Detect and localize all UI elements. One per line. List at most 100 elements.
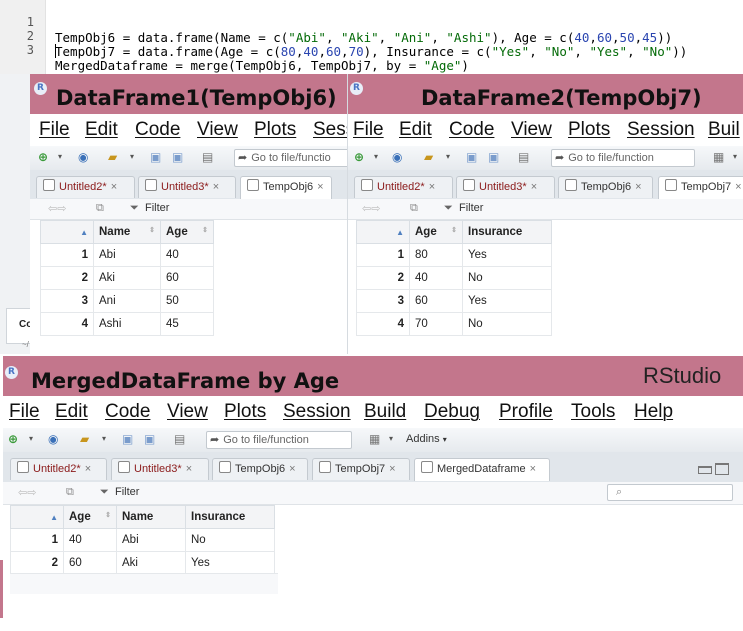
close-icon[interactable]: ×: [429, 181, 435, 193]
dropdown-icon[interactable]: ▾: [374, 150, 378, 164]
column-header[interactable]: Insurance: [185, 505, 275, 529]
tab-untitled2[interactable]: Untitled2* ×: [36, 176, 135, 198]
dropdown-icon[interactable]: ▾: [446, 150, 450, 164]
menu-edit[interactable]: Edit: [85, 119, 118, 141]
menu-session[interactable]: Session: [283, 401, 351, 423]
open-folder-icon[interactable]: ▰: [80, 432, 89, 446]
dropdown-icon[interactable]: ▾: [733, 150, 737, 164]
close-icon[interactable]: ×: [85, 463, 91, 475]
popout-icon[interactable]: ⧉: [410, 202, 418, 215]
save-icon[interactable]: ▣: [466, 150, 477, 164]
goto-file-input[interactable]: ➦ Go to file/function: [551, 149, 695, 167]
new-file-icon[interactable]: ⊕: [354, 150, 364, 164]
menu-view[interactable]: View: [511, 119, 552, 141]
menu-code[interactable]: Code: [105, 401, 150, 423]
menu-file[interactable]: File: [353, 119, 384, 141]
menu-debug[interactable]: Debug: [424, 401, 480, 423]
tab-tempobj7[interactable]: TempObj7 ×: [658, 176, 743, 199]
goto-file-input[interactable]: ➦ Go to file/function: [206, 431, 352, 449]
save-all-icon[interactable]: ▣: [172, 150, 183, 164]
menu-edit[interactable]: Edit: [55, 401, 88, 423]
close-icon[interactable]: ×: [186, 463, 192, 475]
save-all-icon[interactable]: ▣: [144, 432, 155, 446]
layout-grid-icon[interactable]: ▦: [369, 432, 380, 446]
close-icon[interactable]: ×: [530, 463, 536, 475]
close-icon[interactable]: ×: [289, 463, 295, 475]
print-icon[interactable]: ▤: [518, 150, 529, 164]
menu-plots[interactable]: Plots: [568, 119, 610, 141]
menu-file[interactable]: File: [9, 401, 40, 423]
menu-code[interactable]: Code: [135, 119, 180, 141]
popout-icon[interactable]: ⧉: [66, 486, 74, 499]
menu-build[interactable]: Build: [364, 401, 406, 423]
column-header[interactable]: Name ⇕: [93, 220, 161, 244]
addins-menu[interactable]: Addins ▾: [406, 433, 447, 445]
new-file-icon[interactable]: ⊕: [38, 150, 48, 164]
menu-session[interactable]: Sess: [313, 119, 348, 141]
code-editor[interactable]: 1 TempObj6 = data.frame(Name = c("Abi", …: [0, 0, 743, 74]
dropdown-icon[interactable]: ▾: [130, 150, 134, 164]
filter-button[interactable]: Filter: [459, 202, 483, 214]
menu-view[interactable]: View: [167, 401, 208, 423]
tab-tempobj6[interactable]: TempObj6 ×: [558, 176, 653, 198]
save-all-icon[interactable]: ▣: [488, 150, 499, 164]
close-icon[interactable]: ×: [213, 181, 219, 193]
dropdown-icon[interactable]: ▾: [29, 432, 33, 446]
funnel-icon[interactable]: ⏷: [130, 202, 139, 215]
back-forward-icon[interactable]: ⇦⇨: [362, 202, 380, 215]
new-project-icon[interactable]: ◉: [392, 150, 402, 164]
close-icon[interactable]: ×: [635, 181, 641, 193]
open-folder-icon[interactable]: ▰: [108, 150, 117, 164]
column-header[interactable]: Name: [116, 505, 186, 529]
column-header[interactable]: Insurance: [462, 220, 552, 244]
menu-session[interactable]: Session: [627, 119, 695, 141]
minimize-pane-icon[interactable]: [698, 466, 712, 474]
menu-edit[interactable]: Edit: [399, 119, 432, 141]
open-folder-icon[interactable]: ▰: [424, 150, 433, 164]
tab-untitled2[interactable]: Untitled2* ×: [354, 176, 453, 198]
menu-view[interactable]: View: [197, 119, 238, 141]
funnel-icon[interactable]: ⏷: [444, 202, 453, 215]
layout-grid-icon[interactable]: ▦: [713, 150, 724, 164]
save-icon[interactable]: ▣: [122, 432, 133, 446]
row-number-header[interactable]: ▲: [40, 220, 94, 244]
dropdown-icon[interactable]: ▾: [58, 150, 62, 164]
close-icon[interactable]: ×: [317, 181, 323, 193]
close-icon[interactable]: ×: [389, 463, 395, 475]
search-input[interactable]: ⌕: [607, 484, 733, 501]
new-project-icon[interactable]: ◉: [78, 150, 88, 164]
column-header[interactable]: Age ⇕: [160, 220, 214, 244]
tab-untitled3[interactable]: Untitled3* ×: [456, 176, 555, 198]
new-file-icon[interactable]: ⊕: [8, 432, 18, 446]
save-icon[interactable]: ▣: [150, 150, 161, 164]
filter-button[interactable]: Filter: [115, 486, 139, 498]
tab-mergeddataframe[interactable]: MergedDataframe ×: [414, 458, 550, 481]
tab-tempobj6[interactable]: TempObj6 ×: [212, 458, 308, 480]
dropdown-icon[interactable]: ▾: [102, 432, 106, 446]
menu-file[interactable]: File: [39, 119, 70, 141]
close-icon[interactable]: ×: [111, 181, 117, 193]
print-icon[interactable]: ▤: [174, 432, 185, 446]
close-icon[interactable]: ×: [735, 181, 741, 193]
tab-untitled2[interactable]: Untitled2* ×: [10, 458, 107, 480]
menu-plots[interactable]: Plots: [224, 401, 266, 423]
back-forward-icon[interactable]: ⇦⇨: [18, 486, 36, 499]
filter-button[interactable]: Filter: [145, 202, 169, 214]
print-icon[interactable]: ▤: [202, 150, 213, 164]
row-number-header[interactable]: ▲: [356, 220, 410, 244]
dropdown-icon[interactable]: ▾: [389, 432, 393, 446]
tab-untitled3[interactable]: Untitled3* ×: [138, 176, 236, 198]
column-header[interactable]: Age ⇕: [63, 505, 117, 529]
menu-build[interactable]: Buil: [708, 119, 740, 141]
goto-file-input[interactable]: ➦ Go to file/functio: [234, 149, 348, 167]
maximize-pane-icon[interactable]: [715, 463, 729, 475]
tab-tempobj6[interactable]: TempObj6 ×: [240, 176, 332, 199]
column-header[interactable]: Age ⇕: [409, 220, 463, 244]
tab-tempobj7[interactable]: TempObj7 ×: [312, 458, 410, 480]
menu-tools[interactable]: Tools: [571, 401, 615, 423]
popout-icon[interactable]: ⧉: [96, 202, 104, 215]
new-project-icon[interactable]: ◉: [48, 432, 58, 446]
close-icon[interactable]: ×: [531, 181, 537, 193]
funnel-icon[interactable]: ⏷: [100, 486, 109, 499]
back-forward-icon[interactable]: ⇦⇨: [48, 202, 66, 215]
